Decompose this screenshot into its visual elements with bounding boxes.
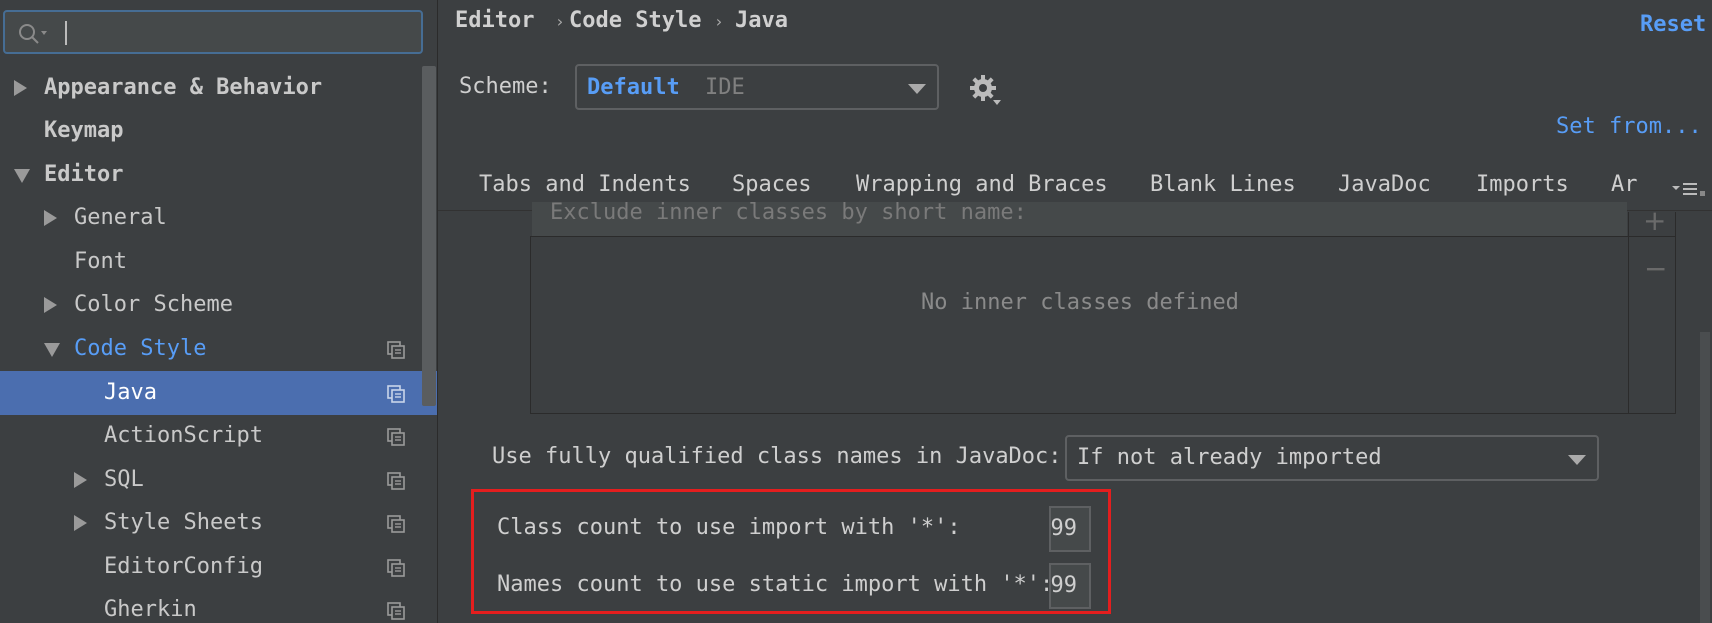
add-button[interactable]: + xyxy=(1643,204,1666,237)
sidebar-item-font[interactable]: Font xyxy=(0,240,438,284)
javadoc-fq-dropdown[interactable]: If not already imported xyxy=(1065,435,1599,481)
breadcrumb-separator: › xyxy=(555,12,565,31)
sidebar-item-label: General xyxy=(74,205,167,230)
tabs-overflow-icon[interactable] xyxy=(1672,180,1708,198)
expand-arrow-icon[interactable] xyxy=(44,210,57,226)
sidebar-item-actionscript[interactable]: ActionScript xyxy=(0,414,438,458)
collapse-arrow-icon[interactable] xyxy=(44,343,60,357)
project-copy-icon xyxy=(387,515,405,533)
expand-arrow-icon[interactable] xyxy=(44,297,57,313)
settings-sidebar: Appearance & Behavior Keymap Editor Gene… xyxy=(0,0,438,623)
sidebar-item-label: EditorConfig xyxy=(104,554,263,579)
scheme-type: IDE xyxy=(705,75,745,100)
project-copy-icon xyxy=(387,341,405,359)
sidebar-item-label: Code Style xyxy=(74,336,207,361)
inner-classes-header-label: Exclude inner classes by short name: xyxy=(550,202,1027,225)
sidebar-item-gherkin[interactable]: Gherkin xyxy=(0,588,438,623)
breadcrumb-code-style[interactable]: Code Style xyxy=(569,8,701,33)
empty-list-message: No inner classes defined xyxy=(921,290,1239,315)
inner-classes-header: Exclude inner classes by short name: xyxy=(532,202,1627,237)
sidebar-item-label: Java xyxy=(104,380,157,405)
sidebar-item-label: Gherkin xyxy=(104,597,197,622)
expand-arrow-icon[interactable] xyxy=(74,515,87,531)
sidebar-item-label: SQL xyxy=(104,467,144,492)
sidebar-item-label: Keymap xyxy=(44,118,124,143)
class-count-field[interactable]: 99 xyxy=(1049,506,1091,552)
inner-classes-list[interactable] xyxy=(530,236,1676,414)
search-icon xyxy=(19,24,47,44)
tab-imports[interactable]: Imports xyxy=(1476,172,1569,197)
tab-arrangement-truncated[interactable]: Ar xyxy=(1611,172,1641,197)
gear-icon[interactable] xyxy=(969,74,1003,108)
remove-button[interactable]: − xyxy=(1644,252,1667,285)
tab-blank-lines[interactable]: Blank Lines xyxy=(1150,172,1296,197)
sidebar-item-keymap[interactable]: Keymap xyxy=(0,109,438,153)
sidebar-item-label: Color Scheme xyxy=(74,292,233,317)
breadcrumb-editor[interactable]: Editor xyxy=(455,8,534,33)
javadoc-fq-label: Use fully qualified class names in JavaD… xyxy=(492,444,1062,469)
reset-link[interactable]: Reset xyxy=(1640,12,1706,37)
tab-javadoc[interactable]: JavaDoc xyxy=(1338,172,1431,197)
settings-search-input[interactable] xyxy=(3,10,423,54)
tab-spaces[interactable]: Spaces xyxy=(732,172,811,197)
scheme-name: Default xyxy=(587,75,680,100)
project-copy-icon xyxy=(387,559,405,577)
sidebar-item-editorconfig[interactable]: EditorConfig xyxy=(0,545,438,589)
scheme-dropdown[interactable]: Default IDE xyxy=(575,64,939,110)
names-count-value: 99 xyxy=(1050,573,1077,598)
sidebar-scrollbar[interactable] xyxy=(422,66,436,406)
sidebar-item-label: Appearance & Behavior xyxy=(44,75,323,100)
sidebar-item-sql[interactable]: SQL xyxy=(0,458,438,502)
main-scrollbar[interactable] xyxy=(1700,332,1710,623)
tab-tabs-and-indents[interactable]: Tabs and Indents xyxy=(479,172,691,197)
sidebar-item-label: ActionScript xyxy=(104,423,263,448)
project-copy-icon xyxy=(387,385,405,403)
scheme-label: Scheme: xyxy=(459,74,552,99)
tab-wrapping-and-braces[interactable]: Wrapping and Braces xyxy=(856,172,1108,197)
class-count-label: Class count to use import with '*': xyxy=(497,515,961,540)
inner-classes-toolbar xyxy=(1628,212,1676,414)
sidebar-item-editor[interactable]: Editor xyxy=(0,153,438,197)
javadoc-fq-value: If not already imported xyxy=(1077,445,1382,470)
breadcrumb-java: Java xyxy=(735,8,788,33)
sidebar-item-label: Style Sheets xyxy=(104,510,263,535)
class-count-value: 99 xyxy=(1050,516,1077,541)
project-copy-icon xyxy=(387,472,405,490)
chevron-down-icon xyxy=(908,84,926,94)
sidebar-item-color-scheme[interactable]: Color Scheme xyxy=(0,283,438,327)
names-count-label: Names count to use static import with '*… xyxy=(497,572,1054,597)
expand-arrow-icon[interactable] xyxy=(14,80,27,96)
sidebar-item-general[interactable]: General xyxy=(0,196,438,240)
set-from-link[interactable]: Set from... xyxy=(1556,114,1702,139)
sidebar-item-style-sheets[interactable]: Style Sheets xyxy=(0,501,438,545)
collapse-arrow-icon[interactable] xyxy=(14,169,30,183)
sidebar-item-appearance-behavior[interactable]: Appearance & Behavior xyxy=(0,66,438,110)
expand-arrow-icon[interactable] xyxy=(74,472,87,488)
sidebar-item-code-style[interactable]: Code Style xyxy=(0,327,438,371)
sidebar-item-label: Editor xyxy=(44,162,124,187)
text-caret xyxy=(65,21,67,45)
project-copy-icon xyxy=(387,428,405,446)
breadcrumb-separator: › xyxy=(714,12,724,31)
project-copy-icon xyxy=(387,602,405,620)
chevron-down-icon xyxy=(1568,455,1586,465)
names-count-field[interactable]: 99 xyxy=(1049,563,1091,609)
sidebar-item-java[interactable]: Java xyxy=(0,371,438,415)
sidebar-item-label: Font xyxy=(74,249,127,274)
